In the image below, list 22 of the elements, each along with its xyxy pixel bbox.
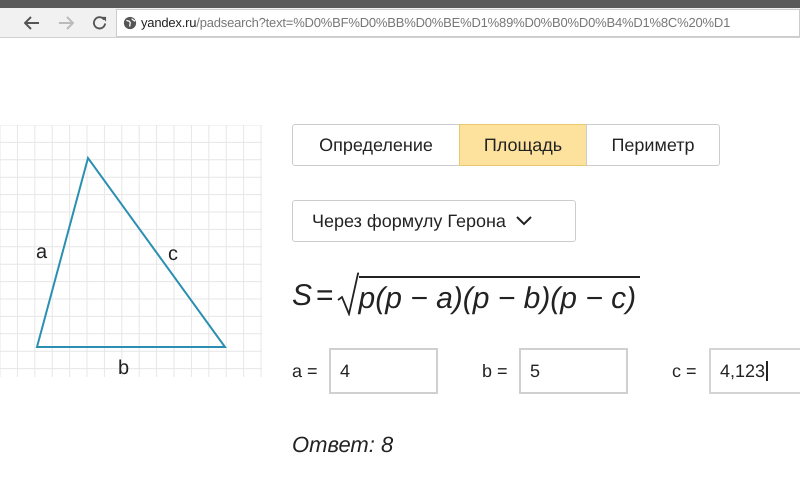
- reload-icon[interactable]: [92, 15, 107, 30]
- input-field[interactable]: 4,123: [709, 348, 800, 394]
- formula-equals: =: [316, 278, 334, 314]
- url-text: yandex.ru/padsearch?text=%D0%BF%D0%BB%D0%BE%D1%89%D0%B0%D0%B4%D1%8C%20%D1: [141, 14, 730, 32]
- formula-radicand: p(p − a)(p − b)(p − c): [358, 276, 640, 318]
- back-icon[interactable]: [24, 16, 40, 30]
- method-dropdown[interactable]: Через формулу Герона: [292, 200, 576, 242]
- input-field[interactable]: 4: [329, 348, 438, 394]
- formula-lhs: S: [292, 278, 312, 314]
- radical-sign-icon: [336, 272, 359, 316]
- tab[interactable]: Периметр: [586, 124, 720, 166]
- address-bar[interactable]: yandex.ru/padsearch?text=%D0%BF%D0%BB%D0%BE%D1%89%D0%B0%D0%B4%D1%8C%20%D1: [116, 8, 800, 36]
- globe-icon: [123, 16, 137, 30]
- tab[interactable]: Определение: [292, 124, 460, 166]
- tab[interactable]: Площадь: [459, 124, 587, 166]
- chevron-down-icon: [516, 216, 532, 226]
- field-label: c =: [672, 360, 698, 382]
- triangle-drawing: a c b: [0, 125, 262, 377]
- answer-text: Ответ: 8: [292, 431, 394, 459]
- field-label: a =: [292, 360, 319, 382]
- field-label: b =: [482, 360, 509, 382]
- input-field[interactable]: 5: [519, 348, 628, 394]
